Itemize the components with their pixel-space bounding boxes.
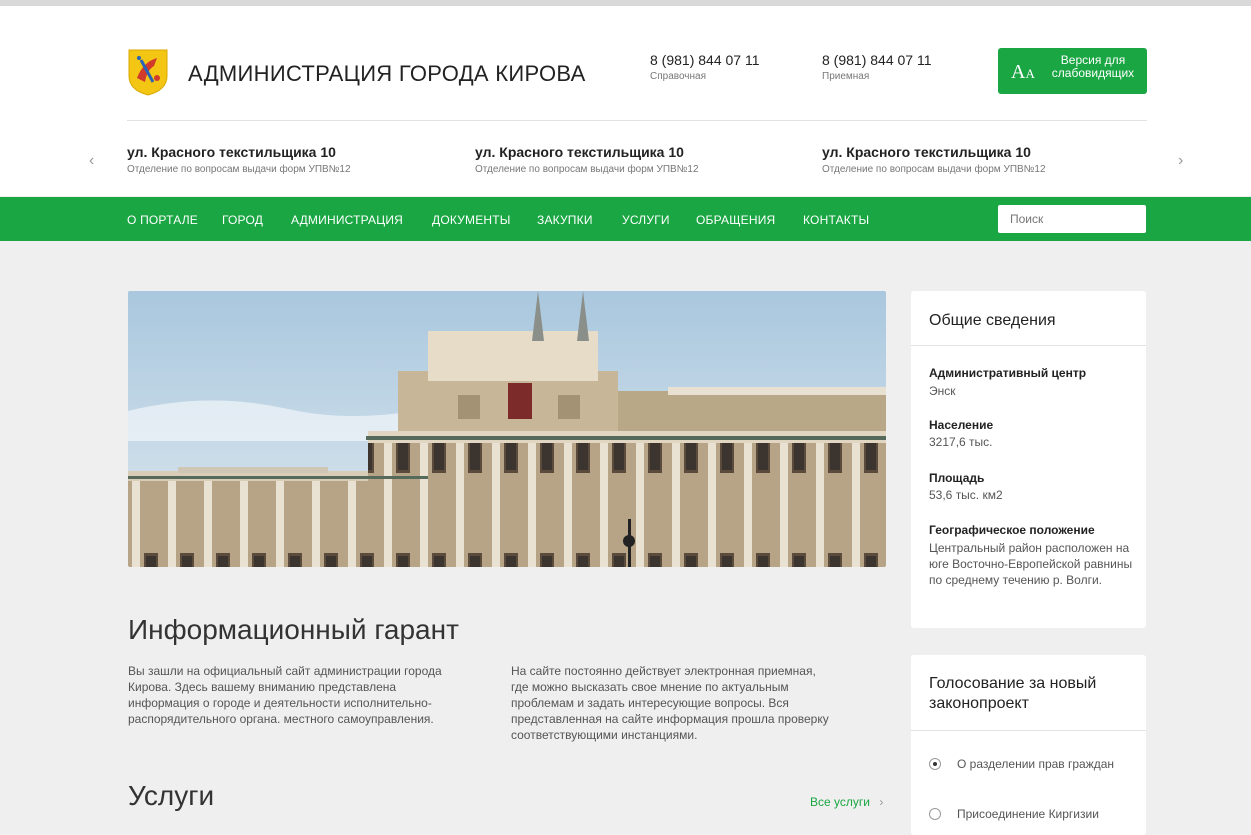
address-card[interactable]: ул. Красного текстильщика 10 Отделение п… (822, 144, 1046, 175)
info-label: Административный центр (929, 366, 1087, 380)
all-services-label: Все услуги (810, 795, 870, 809)
nav-item-administration[interactable]: АДМИНИСТРАЦИЯ (291, 213, 403, 227)
main-navigation: О ПОРТАЛЕ ГОРОД АДМИНИСТРАЦИЯ ДОКУМЕНТЫ … (0, 197, 1251, 241)
address-card[interactable]: ул. Красного текстильщика 10 Отделение п… (475, 144, 699, 175)
carousel-prev-icon[interactable]: ‹ (89, 152, 94, 170)
address-description: Отделение по вопросам выдачи форм УПВ№12 (475, 164, 699, 175)
search-input[interactable] (998, 205, 1146, 233)
address-street: ул. Красного текстильщика 10 (475, 144, 684, 160)
font-size-icon: AA (1011, 61, 1035, 83)
phone-number[interactable]: 8 (981) 844 07 11 (822, 52, 932, 68)
services-title: Услуги (128, 780, 215, 811)
nav-item-city[interactable]: ГОРОД (222, 213, 263, 227)
card-divider (911, 730, 1146, 731)
carousel-next-icon[interactable]: › (1178, 152, 1183, 170)
site-title[interactable]: АДМИНИСТРАЦИЯ ГОРОДА КИРОВА (188, 61, 586, 87)
info-value: 3217,6 тыс. (929, 435, 993, 449)
vote-option-label[interactable]: О разделении прав граждан (957, 756, 1127, 772)
phone-label: Справочная (650, 71, 707, 82)
nav-item-services[interactable]: УСЛУГИ (622, 213, 670, 227)
info-value: 53,6 тыс. км2 (929, 488, 1003, 502)
phone-reception: 8 (981) 844 07 11 Приемная (822, 52, 932, 82)
phone-label: Приемная (822, 71, 870, 82)
card-title: Голосование за новый законопроект (929, 675, 1097, 712)
all-services-link[interactable]: Все услуги › (810, 795, 883, 809)
intro-paragraph: На сайте постоянно действует электронная… (511, 664, 829, 742)
nav-item-procurement[interactable]: ЗАКУПКИ (537, 213, 593, 227)
address-card[interactable]: ул. Красного текстильщика 10 Отделение п… (127, 144, 351, 175)
page-title: Информационный гарант (128, 614, 459, 645)
address-street: ул. Красного текстильщика 10 (127, 144, 336, 160)
vote-radio[interactable] (929, 758, 941, 770)
info-value: Энск (929, 384, 956, 398)
phone-number[interactable]: 8 (981) 844 07 11 (650, 52, 760, 68)
vote-option-label[interactable]: Присоединение Киргизии (957, 806, 1127, 822)
chevron-right-icon: › (879, 795, 884, 809)
address-description: Отделение по вопросам выдачи форм УПВ№12 (127, 164, 351, 175)
nav-item-documents[interactable]: ДОКУМЕНТЫ (432, 213, 511, 227)
vote-radio[interactable] (929, 808, 941, 820)
nav-item-appeals[interactable]: ОБРАЩЕНИЯ (696, 213, 775, 227)
header-divider (127, 120, 1147, 121)
address-description: Отделение по вопросам выдачи форм УПВ№12 (822, 164, 1046, 175)
card-title: Общие сведения (929, 312, 1056, 329)
hero-building-image (128, 291, 886, 567)
phone-reference: 8 (981) 844 07 11 Справочная (650, 52, 760, 82)
nav-item-portal[interactable]: О ПОРТАЛЕ (127, 213, 198, 227)
info-value: Центральный район расположен на юге Вост… (929, 541, 1133, 587)
general-info-card: Общие сведения Административный центр Эн… (911, 291, 1146, 628)
site-header: АДМИНИСТРАЦИЯ ГОРОДА КИРОВА 8 (981) 844 … (0, 6, 1251, 196)
info-label: Население (929, 418, 994, 432)
intro-paragraph: Вы зашли на официальный сайт администрац… (128, 664, 442, 726)
info-label: Площадь (929, 471, 985, 485)
coat-of-arms-icon[interactable] (127, 48, 169, 96)
info-label: Географическое положение (929, 523, 1095, 537)
accessible-version-label: Версия для слабовидящих (1051, 53, 1135, 80)
card-divider (911, 345, 1146, 346)
nav-item-contacts[interactable]: КОНТАКТЫ (803, 213, 869, 227)
accessible-version-button[interactable]: AA Версия для слабовидящих (998, 48, 1147, 94)
vote-card: Голосование за новый законопроект О разд… (911, 655, 1146, 835)
address-street: ул. Красного текстильщика 10 (822, 144, 1031, 160)
